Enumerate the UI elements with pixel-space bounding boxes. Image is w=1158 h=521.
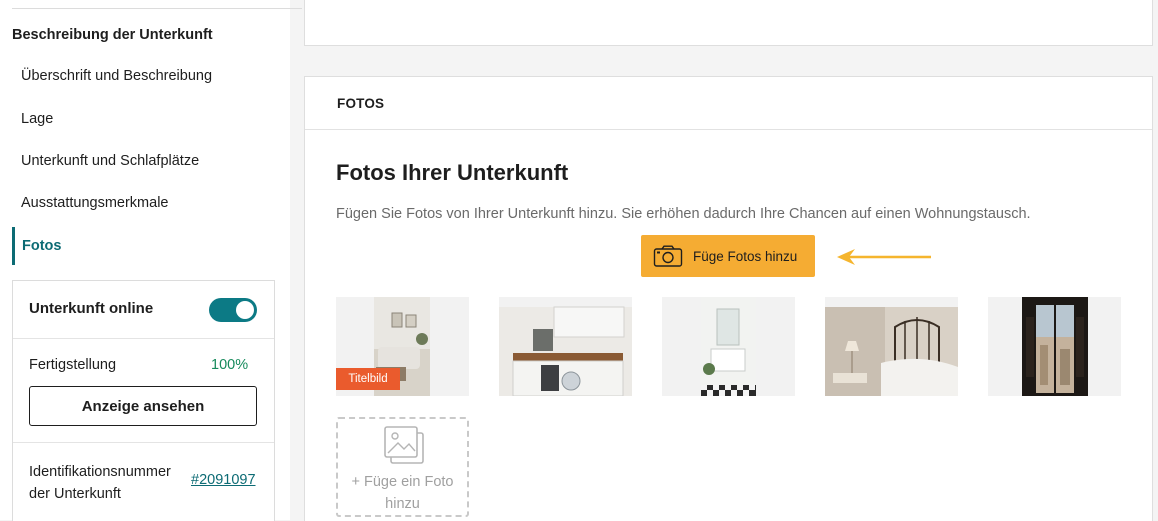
- completion-label: Fertigstellung: [29, 357, 117, 373]
- photo-thumbnail[interactable]: [499, 297, 632, 396]
- bathroom-photo: [701, 297, 756, 396]
- sidebar: Beschreibung der Unterkunft Überschrift …: [0, 0, 302, 521]
- divider: [12, 8, 302, 9]
- sidebar-item-title-description[interactable]: Überschrift und Beschreibung: [21, 68, 212, 84]
- camera-icon: [653, 245, 683, 267]
- bedroom-photo: [825, 307, 958, 396]
- add-photo-label: + Füge ein Foto hinzu: [351, 474, 454, 512]
- status-panel: Unterkunft online Fertigstellung 100% An…: [12, 280, 275, 521]
- sidebar-item-photos[interactable]: Fotos: [22, 238, 61, 254]
- divider: [13, 442, 274, 443]
- arrow-left-icon: [837, 249, 931, 265]
- online-toggle[interactable]: [209, 298, 257, 322]
- toggle-knob: [236, 301, 254, 319]
- card-header: FOTOS: [305, 77, 1152, 130]
- page-title: Fotos Ihrer Unterkunft: [336, 160, 569, 185]
- image-placeholder-icon: [384, 426, 424, 464]
- sidebar-item-accommodation[interactable]: Unterkunft und Schlafplätze: [21, 153, 199, 169]
- add-photo-tile[interactable]: + Füge ein Foto hinzu: [336, 417, 469, 517]
- sidebar-section-title: Beschreibung der Unterkunft: [12, 27, 213, 43]
- photo-thumbnail[interactable]: [988, 297, 1121, 396]
- view-listing-button[interactable]: Anzeige ansehen: [29, 386, 257, 426]
- window-view-photo: [1022, 297, 1088, 396]
- completion-value: 100%: [211, 357, 249, 373]
- photos-card: FOTOS Fotos Ihrer Unterkunft Fügen Sie F…: [304, 76, 1153, 521]
- add-photos-label: Füge Fotos hinzu: [693, 248, 798, 264]
- photo-thumbnail[interactable]: [825, 297, 958, 396]
- kitchen-photo: [499, 306, 632, 396]
- photos-description: Fügen Sie Fotos von Ihrer Unterkunft hin…: [336, 206, 1031, 222]
- add-photos-button[interactable]: Füge Fotos hinzu: [641, 235, 815, 277]
- online-row: Unterkunft online: [13, 281, 274, 339]
- previous-card: [304, 0, 1153, 46]
- card-header-title: FOTOS: [337, 96, 385, 111]
- sidebar-item-location[interactable]: Lage: [21, 111, 53, 127]
- id-label: Identifikationsnummer der Unterkunft: [29, 464, 171, 502]
- photo-thumbnail[interactable]: [662, 297, 795, 396]
- sidebar-item-amenities[interactable]: Ausstattungsmerkmale: [21, 195, 168, 211]
- online-label: Unterkunft online: [29, 300, 154, 317]
- cover-photo-badge: Titelbild: [336, 368, 400, 390]
- id-link[interactable]: #2091097: [191, 472, 256, 488]
- active-indicator: [12, 227, 15, 265]
